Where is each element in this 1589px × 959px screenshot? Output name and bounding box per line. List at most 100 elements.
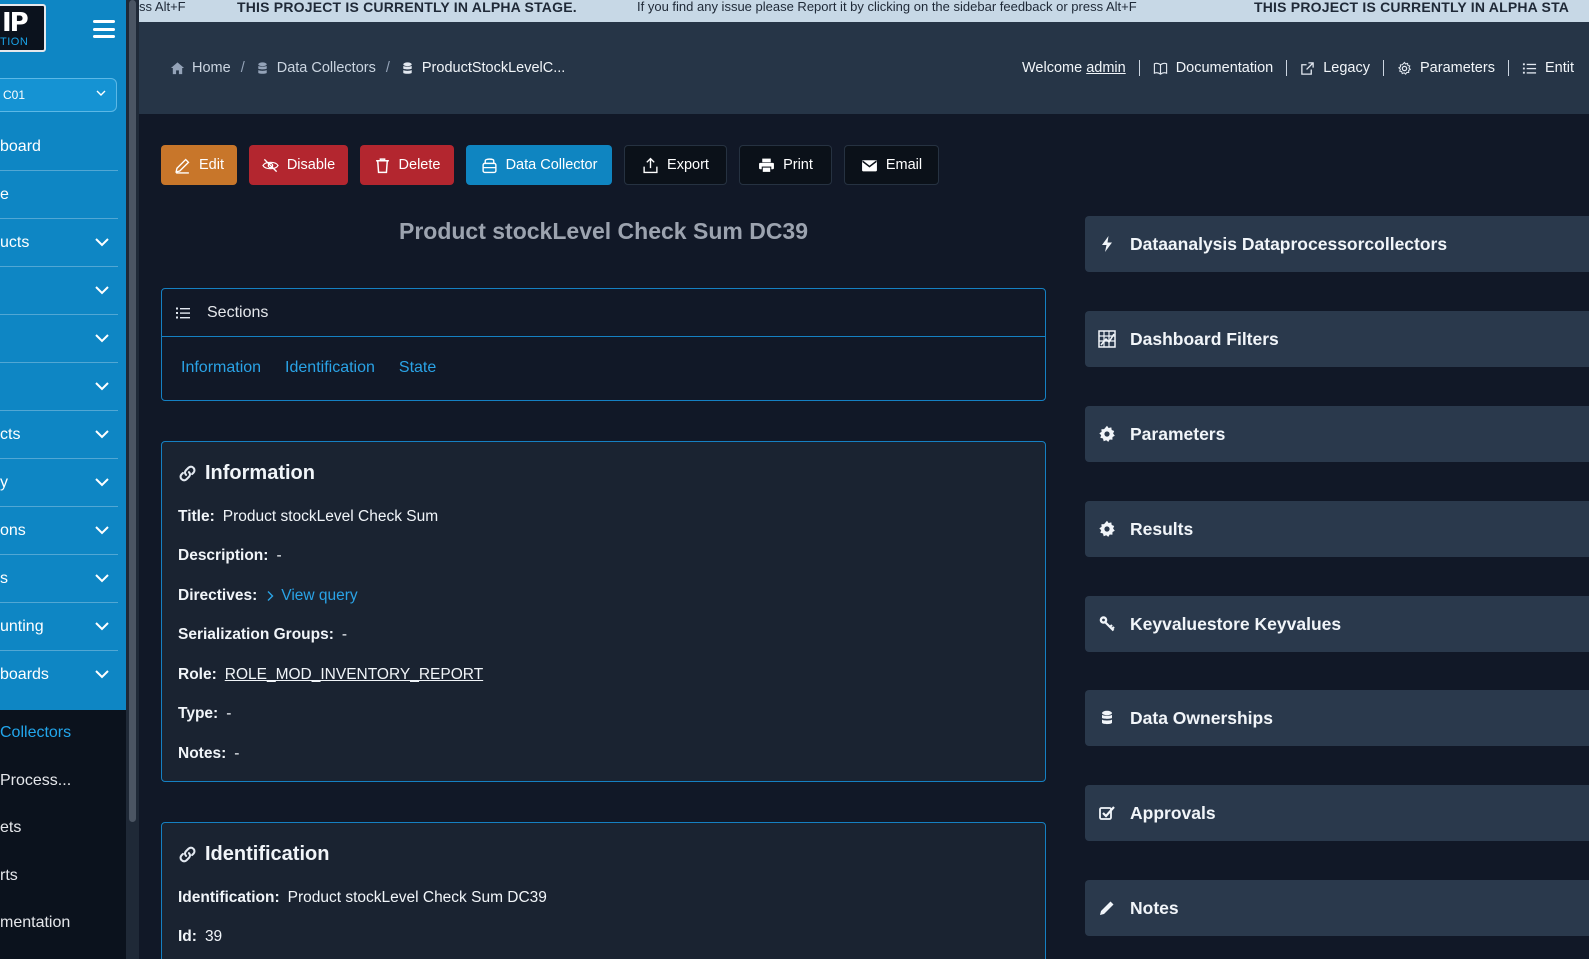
database-stack-icon: [481, 157, 497, 173]
panel-notes[interactable]: Notes: [1085, 880, 1589, 936]
legacy-link[interactable]: Legacy: [1300, 60, 1370, 76]
chevron-down-icon: [95, 238, 109, 247]
sidebar-scrollbar[interactable]: [126, 0, 139, 959]
documentation-link[interactable]: Documentation: [1153, 60, 1273, 76]
sidebar-item-operations[interactable]: ons: [0, 507, 118, 555]
hamburger-menu-icon[interactable]: [93, 20, 115, 38]
information-title: Information: [162, 442, 1045, 485]
panel-title: Notes: [1130, 897, 1179, 918]
section-link-state[interactable]: State: [399, 359, 436, 377]
panel-title: Parameters: [1130, 423, 1226, 444]
field-label: Directives:: [178, 587, 258, 604]
sidebar-item-group-4[interactable]: [0, 267, 118, 315]
subnav-item-data-processors[interactable]: Process...: [0, 758, 126, 806]
button-label: Print: [783, 157, 813, 173]
field-value: 39: [204, 928, 223, 945]
subnav-item-datasets[interactable]: ets: [0, 805, 126, 853]
chevron-down-icon: [95, 286, 109, 295]
delete-button[interactable]: Delete: [360, 145, 454, 185]
panel-title: Approvals: [1130, 802, 1216, 823]
print-button[interactable]: Print: [739, 145, 832, 185]
identification-card: Identification Identification: Product s…: [161, 822, 1046, 959]
field-label: Title:: [178, 508, 215, 525]
sidebar-item-inventory[interactable]: y: [0, 459, 118, 507]
panel-dataanalysis-dataprocessorcollectors[interactable]: Dataanalysis Dataprocessorcollectors: [1085, 216, 1589, 272]
sidebar-item-accounting[interactable]: unting: [0, 603, 118, 651]
panel-data-ownerships[interactable]: Data Ownerships: [1085, 690, 1589, 746]
sidebar-item-label: cts: [0, 426, 21, 443]
role-link[interactable]: ROLE_MOD_INVENTORY_REPORT: [225, 666, 483, 684]
divider: [1383, 60, 1384, 76]
field-value: -: [234, 745, 240, 762]
divider: [1507, 60, 1509, 76]
disable-button[interactable]: Disable: [249, 145, 348, 185]
breadcrumb-data-collectors[interactable]: Data Collectors: [255, 60, 376, 76]
chevron-down-icon: [95, 526, 109, 535]
user-link[interactable]: admin: [1086, 60, 1126, 76]
sidebar-item-home[interactable]: e: [0, 171, 118, 219]
envelope-icon: [861, 159, 877, 171]
button-label: Disable: [286, 157, 336, 173]
sidebar-item-products[interactable]: ucts: [0, 219, 118, 267]
home-icon: [170, 61, 185, 74]
link-icon: [179, 846, 196, 863]
alpha-notice-ticker: ss Alt+F THIS PROJECT IS CURRENTLY IN AL…: [139, 0, 1589, 22]
field-label: Serialization Groups:: [178, 626, 334, 643]
app-logo[interactable]: IP TION: [0, 4, 46, 52]
subnav-item-documentation[interactable]: mentation: [0, 900, 126, 948]
ticker-text: ss Alt+F: [139, 0, 186, 14]
subnav-item-data-collectors[interactable]: Collectors: [0, 710, 126, 758]
email-button[interactable]: Email: [844, 145, 939, 185]
sidebar-item-group-10[interactable]: s: [0, 555, 118, 603]
subnav-item-reports[interactable]: rts: [0, 853, 126, 901]
view-query-toggle[interactable]: View query: [265, 587, 358, 605]
sections-card: Sections Information Identification Stat…: [161, 288, 1046, 401]
panel-title: Data Ownerships: [1130, 707, 1273, 728]
field-description: Description: -: [178, 547, 282, 565]
chevron-down-icon: [95, 478, 109, 487]
export-button[interactable]: Export: [624, 145, 727, 185]
pencil-icon: [1100, 901, 1114, 915]
panel-dashboard-filters[interactable]: Dashboard Filters: [1085, 311, 1589, 367]
sidebar-item-group-6[interactable]: [0, 363, 118, 411]
breadcrumb-current: ProductStockLevelC...: [400, 60, 565, 76]
edit-button[interactable]: Edit: [161, 145, 237, 185]
database-icon: [1102, 710, 1112, 725]
chevron-down-icon: [95, 430, 109, 439]
sections-header: Sections: [162, 289, 1045, 337]
panel-keyvaluestore-keyvalues[interactable]: Keyvaluestore Keyvalues: [1085, 596, 1589, 652]
data-collector-button[interactable]: Data Collector: [466, 145, 612, 185]
gear-icon: [1099, 425, 1115, 442]
sections-title: Sections: [207, 303, 269, 321]
sidebar-item-dashboard[interactable]: board: [0, 123, 118, 171]
logo-text: IP: [2, 8, 29, 38]
breadcrumb-separator: /: [385, 60, 390, 76]
link-label: Entit: [1544, 60, 1574, 76]
section-link-information[interactable]: Information: [181, 359, 261, 377]
parameters-link[interactable]: Parameters: [1397, 60, 1495, 76]
view-query-label: View query: [281, 587, 358, 604]
breadcrumb-label: Data Collectors: [276, 60, 376, 76]
key-icon: [1099, 616, 1115, 632]
panel-results[interactable]: Results: [1085, 501, 1589, 557]
sidebar-item-group-5[interactable]: [0, 315, 118, 363]
pencil-icon: [175, 158, 190, 174]
entities-link[interactable]: Entit: [1522, 60, 1574, 76]
bolt-icon: [1102, 236, 1112, 252]
breadcrumb-home[interactable]: Home: [170, 60, 231, 76]
field-label: Role:: [178, 666, 217, 683]
field-label: Identification:: [178, 889, 280, 906]
field-value: Product stockLevel Check Sum: [222, 508, 439, 525]
sidebar-subnav: Collectors Process... ets rts mentation: [0, 710, 126, 948]
sidebar-item-dashboards[interactable]: boards: [0, 651, 118, 699]
eye-off-icon: [262, 158, 279, 172]
section-link-identification[interactable]: Identification: [285, 359, 375, 377]
panel-approvals[interactable]: Approvals: [1085, 785, 1589, 841]
sidebar-item-contacts[interactable]: cts: [0, 411, 118, 459]
panel-parameters[interactable]: Parameters: [1085, 406, 1589, 462]
breadcrumb-label: ProductStockLevelC...: [421, 60, 566, 76]
role-value: ROLE_MOD_INVENTORY_REPORT: [224, 666, 484, 683]
scrollbar-thumb[interactable]: [129, 0, 136, 822]
company-select[interactable]: C01: [0, 78, 117, 112]
ticker-text: If you find any issue please Report it b…: [637, 0, 1137, 14]
